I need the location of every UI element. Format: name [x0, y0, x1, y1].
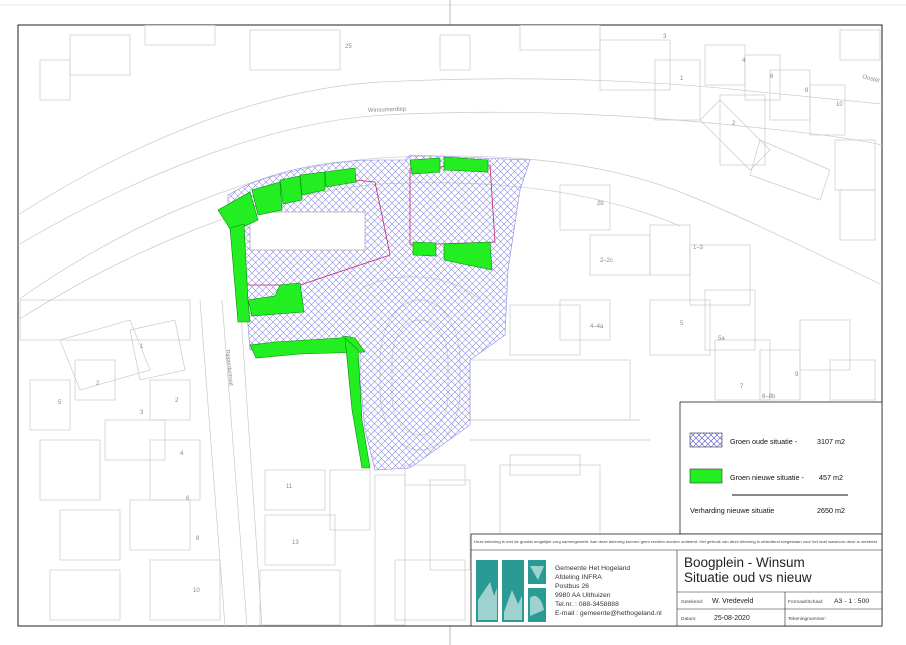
house-number: 10	[193, 588, 200, 594]
house-number: 11	[286, 484, 293, 490]
date-label: Datum:	[681, 616, 696, 622]
org-postbus: Postbus 26	[555, 583, 589, 590]
legend-swatch-new-green	[689, 468, 723, 484]
title-block: Deze tekening is met de grootst mogelijk…	[470, 533, 883, 627]
legend-value-paving: 2650 m2	[817, 506, 845, 515]
drawing-subtitle: Situatie oud vs nieuw	[684, 570, 812, 585]
org-email: E-mail : gemeente@hethogeland.nl	[555, 610, 662, 617]
drawn-by-value: W. Vredeveld	[712, 598, 753, 605]
legend-swatch-old-green	[689, 432, 723, 448]
org-postcode-city: 9980 AA Uithuizen	[555, 592, 611, 599]
legend-label-paving: Verharding nieuwe situatie	[690, 506, 774, 515]
map-sheet: Winsumerdiep Ripperdastraat Oostel 25 1 …	[0, 0, 906, 645]
org-department: Afdeling INFRA	[555, 574, 602, 581]
municipality-logo	[474, 558, 548, 624]
format-label: Formaat/Schaal:	[788, 599, 823, 605]
drawing-title: Boogplein - Winsum	[684, 555, 805, 570]
drawn-by-label: Getekend:	[681, 599, 703, 605]
house-number: 2b	[597, 201, 604, 207]
legend-label-old-green: Groen oude situatie -	[730, 437, 798, 446]
org-name: Gemeente Het Hogeland	[555, 565, 630, 572]
house-number: 25	[345, 44, 352, 50]
date-value: 25-08-2020	[714, 615, 750, 622]
format-value: A3 - 1 : 500	[834, 598, 869, 605]
legend-value-new-green: 457 m2	[819, 473, 843, 482]
legend: Groen oude situatie - 3107 m2 Groen nieu…	[679, 401, 883, 535]
house-number: 8–8b	[762, 394, 776, 400]
house-number: 4–4a	[590, 324, 604, 330]
org-phone: Tel.nr. : 088-3458888	[555, 601, 619, 608]
house-number: 1–3	[693, 245, 704, 251]
legend-label-new-green: Groen nieuwe situatie -	[730, 473, 805, 482]
legend-value-old-green: 3107 m2	[817, 437, 845, 446]
house-number: 13	[292, 540, 299, 546]
drawing-number-label: Tekeningnummer:	[788, 616, 826, 622]
disclaimer-text: Deze tekening is met de grootst mogelijk…	[474, 540, 878, 544]
house-number: 10	[836, 102, 843, 108]
house-number: 2–2c	[600, 258, 613, 264]
house-number: 5a	[718, 336, 725, 342]
